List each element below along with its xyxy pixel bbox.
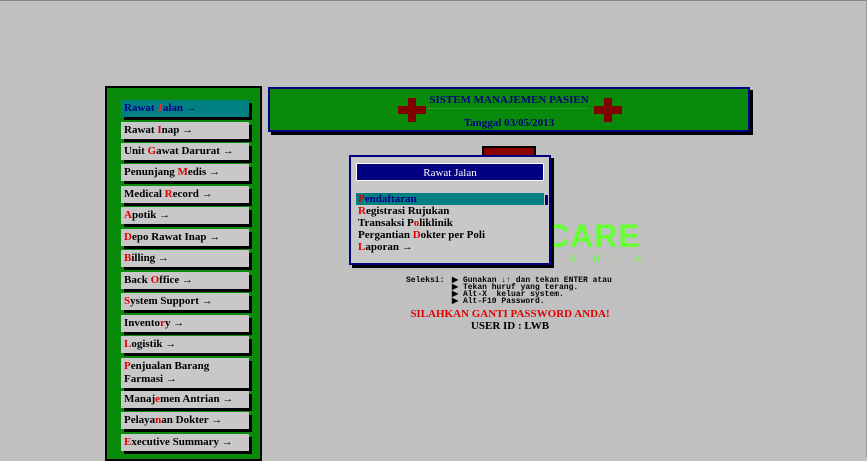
header-divider bbox=[428, 108, 588, 111]
help-line: ▶ Alt-F10 Password. bbox=[452, 297, 545, 306]
menu-item-medical-record[interactable]: Medical Record → bbox=[121, 186, 249, 203]
top-border bbox=[0, 0, 867, 1]
menu-item-pelayanan-dokter[interactable]: Pelayanan Dokter → bbox=[121, 412, 249, 429]
submenu-title: Rawat Jalan bbox=[356, 163, 544, 181]
submenu-item-pergantian-dokter[interactable]: Pergantian Dokter per Poli bbox=[356, 229, 544, 241]
password-warning: SILAHKAN GANTI PASSWORD ANDA! bbox=[410, 308, 610, 320]
app-header: SISTEM MANAJEMEN PASIEN Tanggal 03/05/20… bbox=[268, 87, 750, 132]
menu-item-rawat-inap[interactable]: Rawat Inap → bbox=[121, 122, 249, 139]
menu-item-logistik[interactable]: Logistik → bbox=[121, 336, 249, 353]
help-label: Seleksi: bbox=[406, 276, 445, 285]
header-date: Tanggal 03/05/2013 bbox=[463, 117, 555, 129]
menu-item-rawat-jalan[interactable]: Rawat Jalan → bbox=[121, 100, 249, 117]
submenu-item-registrasi-rujukan[interactable]: Registrasi Rujukan bbox=[356, 205, 544, 217]
main-menu-sidebar: Rawat Jalan → Rawat Inap → Unit Gawat Da… bbox=[105, 86, 262, 461]
menu-item-system-support[interactable]: System Support → bbox=[121, 293, 249, 310]
menu-item-penunjang-medis[interactable]: Penunjang Medis → bbox=[121, 164, 249, 181]
logo-text: CARE bbox=[546, 218, 641, 254]
menu-item-back-office[interactable]: Back Office → bbox=[121, 272, 249, 289]
menu-item-inventory[interactable]: Inventory → bbox=[121, 315, 249, 332]
submenu-scroll-indicator[interactable] bbox=[545, 195, 548, 205]
app-title: SISTEM MANAJEMEN PASIEN bbox=[429, 94, 589, 106]
submenu-popup: Rawat Jalan Pendaftaran Registrasi Rujuk… bbox=[349, 155, 551, 265]
menu-item-manajemen-antrian[interactable]: Manajemen Antrian → bbox=[121, 391, 249, 408]
submenu-item-transaksi-poliklinik[interactable]: Transaksi Poliklinik bbox=[356, 217, 544, 229]
menu-item-apotik[interactable]: Apotik → bbox=[121, 207, 249, 224]
menu-item-billing[interactable]: Billing → bbox=[121, 250, 249, 267]
menu-item-depo-rawat-inap[interactable]: Depo Rawat Inap → bbox=[121, 229, 249, 246]
user-id: USER ID : LWB bbox=[470, 320, 550, 332]
menu-item-executive-summary[interactable]: Executive Summary → bbox=[121, 434, 249, 451]
menu-item-unit-gawat-darurat[interactable]: Unit Gawat Darurat → bbox=[121, 143, 249, 160]
submenu-item-pendaftaran[interactable]: Pendaftaran bbox=[356, 193, 544, 205]
submenu-item-laporan[interactable]: Laporan → bbox=[356, 241, 544, 253]
menu-item-penjualan-barang-farmasi[interactable]: Penjualan Barang Farmasi → bbox=[121, 358, 249, 388]
logo-subtitle: C E R I A bbox=[548, 254, 649, 264]
